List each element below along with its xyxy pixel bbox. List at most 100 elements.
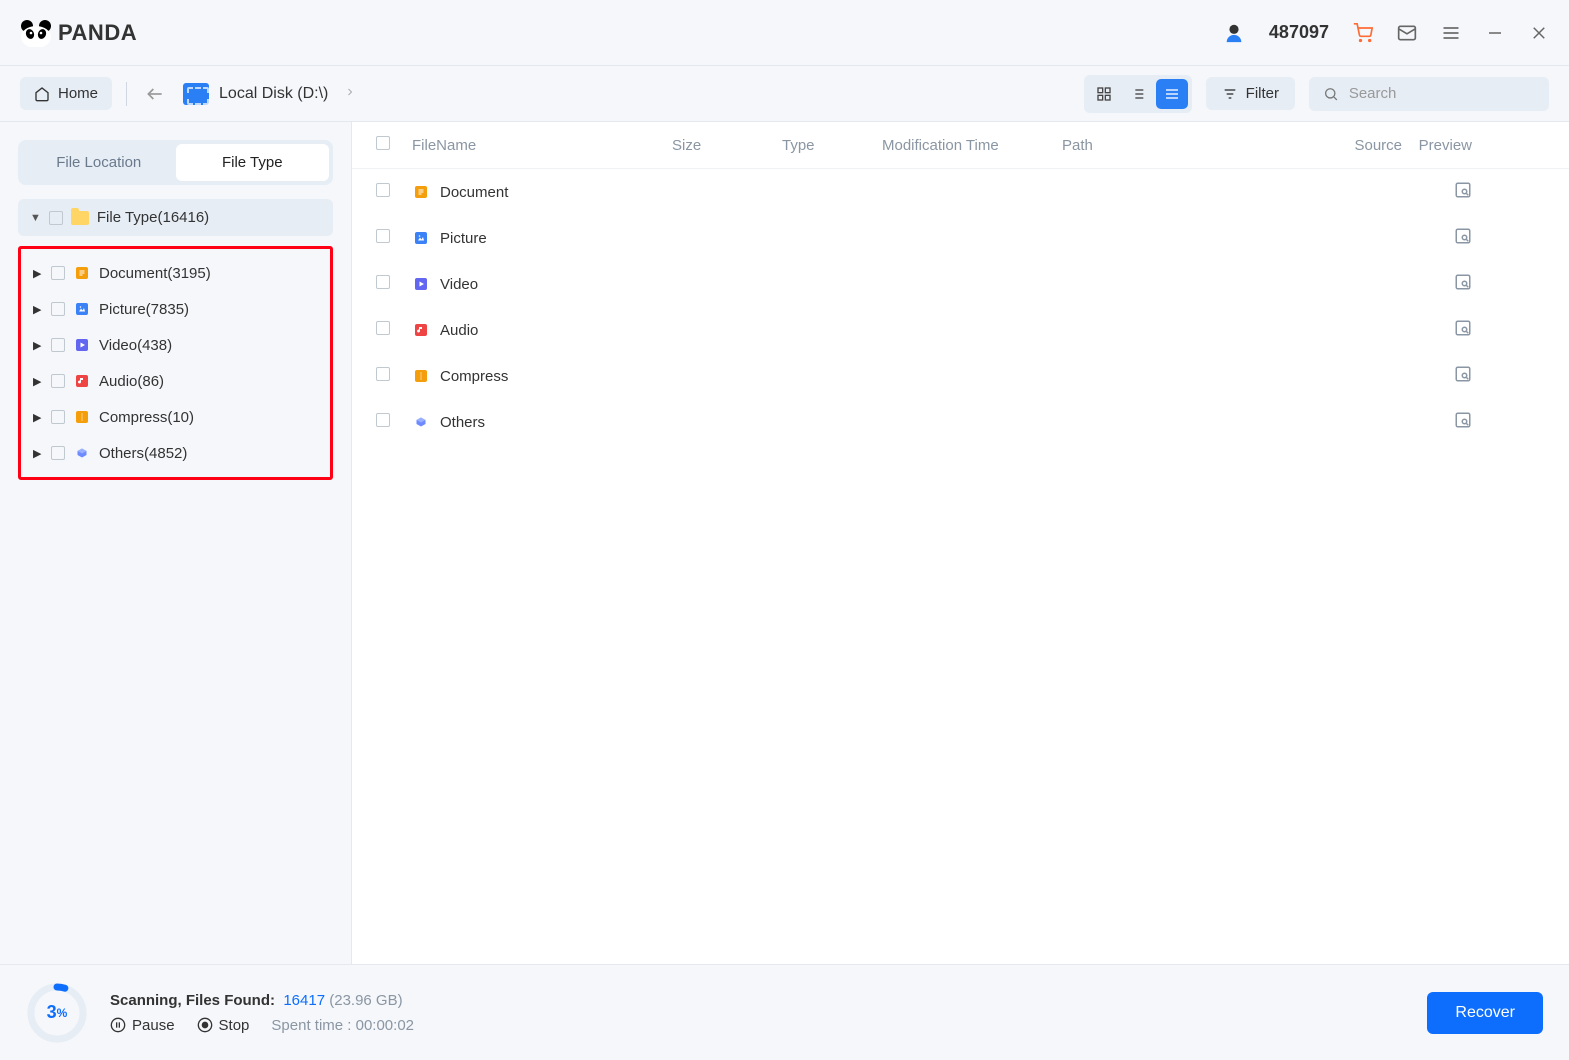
tree-root[interactable]: ▼ File Type(16416) xyxy=(18,199,333,236)
tree-item[interactable]: ▶ Audio(86) xyxy=(23,363,328,399)
expand-icon[interactable]: ▶ xyxy=(33,339,43,352)
col-source[interactable]: Source xyxy=(1322,137,1402,154)
type-icon xyxy=(412,275,430,293)
checkbox[interactable] xyxy=(51,374,65,388)
checkbox[interactable] xyxy=(49,211,63,225)
stop-button[interactable]: Stop xyxy=(197,1017,250,1034)
menu-icon[interactable] xyxy=(1441,23,1461,43)
col-size[interactable]: Size xyxy=(672,137,782,154)
progress-ring: 3% xyxy=(26,982,88,1044)
list-row[interactable]: Audio xyxy=(352,307,1569,353)
checkbox[interactable] xyxy=(51,410,65,424)
pause-button[interactable]: Pause xyxy=(110,1017,175,1034)
view-details-button[interactable] xyxy=(1122,79,1154,109)
preview-button[interactable] xyxy=(1454,324,1472,341)
expand-icon[interactable]: ▶ xyxy=(33,303,43,316)
col-preview[interactable]: Preview xyxy=(1402,137,1472,154)
row-name: Video xyxy=(440,276,478,293)
list-row[interactable]: Picture xyxy=(352,215,1569,261)
pause-icon xyxy=(110,1017,126,1033)
list-row[interactable]: Compress xyxy=(352,353,1569,399)
list-row[interactable]: Video xyxy=(352,261,1569,307)
close-icon[interactable] xyxy=(1529,23,1549,43)
col-filename[interactable]: FileName xyxy=(412,137,672,154)
home-label: Home xyxy=(58,85,98,102)
footer: 3% Scanning, Files Found: 16417 (23.96 G… xyxy=(0,964,1569,1060)
expand-icon[interactable]: ▶ xyxy=(33,375,43,388)
logo: PANDA xyxy=(20,19,137,47)
type-icon xyxy=(73,444,91,462)
tree-root-label: File Type(16416) xyxy=(97,209,209,226)
tab-file-type[interactable]: File Type xyxy=(176,144,330,181)
collapse-icon[interactable]: ▼ xyxy=(30,212,41,224)
checkbox[interactable] xyxy=(376,321,390,335)
checkbox[interactable] xyxy=(376,183,390,197)
main-panel: FileName Size Type Modification Time Pat… xyxy=(352,122,1569,964)
preview-button[interactable] xyxy=(1454,416,1472,433)
checkbox[interactable] xyxy=(376,229,390,243)
logo-text: PANDA xyxy=(58,20,137,46)
preview-button[interactable] xyxy=(1454,186,1472,203)
tree-item[interactable]: ▶ Document(3195) xyxy=(23,255,328,291)
col-path[interactable]: Path xyxy=(1062,137,1322,154)
view-list-button[interactable] xyxy=(1156,79,1188,109)
row-name: Document xyxy=(440,184,508,201)
view-mode-group xyxy=(1084,75,1192,113)
checkbox[interactable] xyxy=(51,446,65,460)
user-id: 487097 xyxy=(1269,22,1329,43)
type-icon xyxy=(73,336,91,354)
list-row[interactable]: Document xyxy=(352,169,1569,215)
col-type[interactable]: Type xyxy=(782,137,882,154)
checkbox[interactable] xyxy=(51,302,65,316)
checkbox[interactable] xyxy=(376,275,390,289)
checkbox[interactable] xyxy=(376,413,390,427)
breadcrumb-label: Local Disk (D:\) xyxy=(219,85,328,103)
checkbox[interactable] xyxy=(51,266,65,280)
expand-icon[interactable]: ▶ xyxy=(33,267,43,280)
search-input[interactable] xyxy=(1349,85,1535,102)
scan-info: Scanning, Files Found: 16417 (23.96 GB) … xyxy=(110,992,414,1034)
type-icon xyxy=(412,367,430,385)
mail-icon[interactable] xyxy=(1397,23,1417,43)
breadcrumb-disk[interactable]: Local Disk (D:\) xyxy=(183,83,356,105)
type-icon xyxy=(412,229,430,247)
list-row[interactable]: Others xyxy=(352,399,1569,445)
tree-item[interactable]: ▶Picture(7835) xyxy=(23,291,328,327)
col-modification[interactable]: Modification Time xyxy=(882,137,1062,154)
preview-button[interactable] xyxy=(1454,232,1472,249)
tree-item-label: Others(4852) xyxy=(99,445,187,462)
expand-icon[interactable]: ▶ xyxy=(33,411,43,424)
search-box[interactable] xyxy=(1309,77,1549,111)
home-button[interactable]: Home xyxy=(20,77,112,110)
filter-button[interactable]: Filter xyxy=(1206,77,1295,110)
select-all-checkbox[interactable] xyxy=(376,136,390,150)
tree-item[interactable]: ▶Compress(10) xyxy=(23,399,328,435)
body: File Location File Type ▼ File Type(1641… xyxy=(0,122,1569,964)
titlebar: PANDA 487097 xyxy=(0,0,1569,66)
row-name: Compress xyxy=(440,368,508,385)
recover-button[interactable]: Recover xyxy=(1427,992,1543,1034)
row-name: Others xyxy=(440,414,485,431)
list-header: FileName Size Type Modification Time Pat… xyxy=(352,122,1569,169)
tree-item[interactable]: ▶ Others(4852) xyxy=(23,435,328,471)
scan-size: (23.96 GB) xyxy=(329,992,402,1009)
grid-icon xyxy=(1096,86,1112,102)
app-window: PANDA 487097 Home xyxy=(0,0,1569,1060)
tree-item-label: Document(3195) xyxy=(99,265,211,282)
minimize-icon[interactable] xyxy=(1485,23,1505,43)
back-button[interactable] xyxy=(141,80,169,108)
tab-file-location[interactable]: File Location xyxy=(22,144,176,181)
list-icon xyxy=(1164,86,1180,102)
type-icon xyxy=(412,413,430,431)
view-grid-button[interactable] xyxy=(1088,79,1120,109)
expand-icon[interactable]: ▶ xyxy=(33,447,43,460)
tree-item-label: Audio(86) xyxy=(99,373,164,390)
tree-children-highlight: ▶ Document(3195) ▶Picture(7835)▶Video(438)… xyxy=(18,246,333,480)
tree-item[interactable]: ▶Video(438) xyxy=(23,327,328,363)
checkbox[interactable] xyxy=(51,338,65,352)
filter-icon xyxy=(1222,86,1238,102)
checkbox[interactable] xyxy=(376,367,390,381)
preview-button[interactable] xyxy=(1454,370,1472,387)
preview-button[interactable] xyxy=(1454,278,1472,295)
cart-icon[interactable] xyxy=(1353,23,1373,43)
